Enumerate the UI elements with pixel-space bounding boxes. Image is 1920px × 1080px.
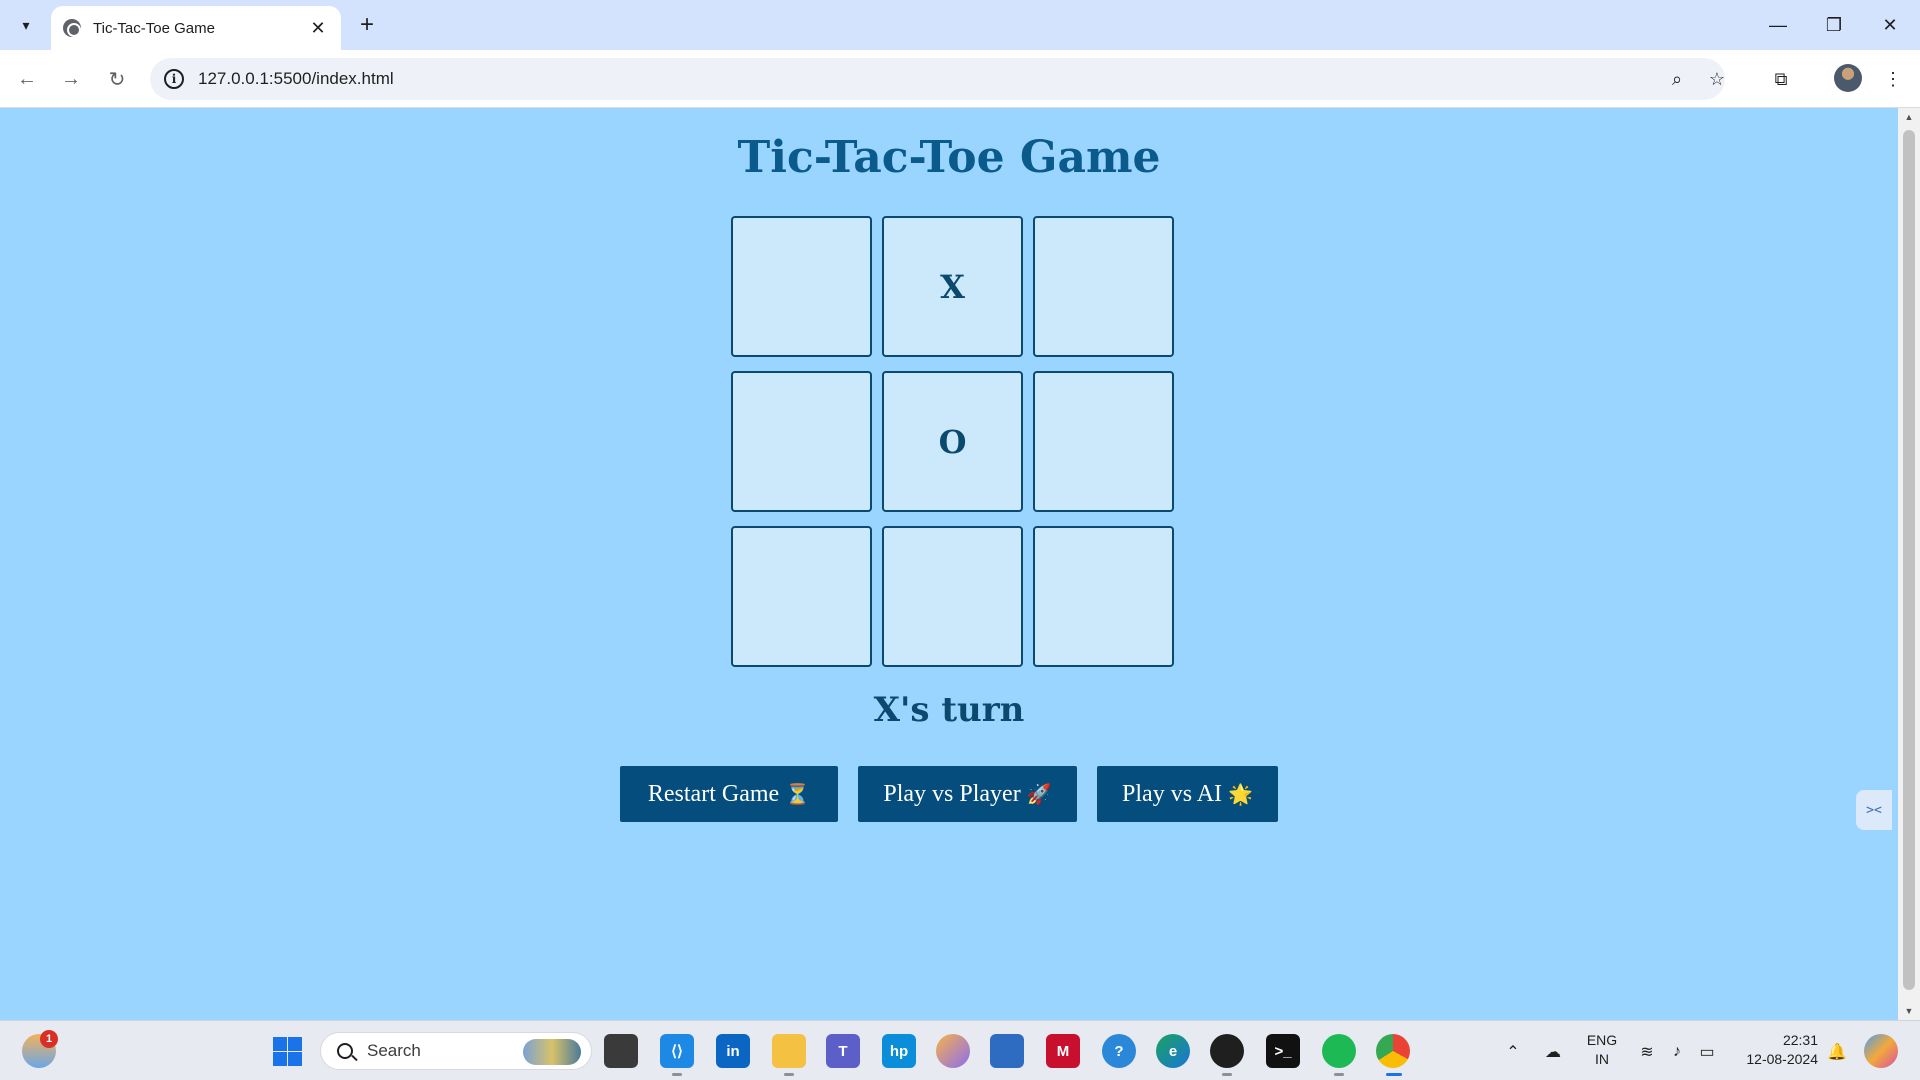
minimize-icon[interactable]: — — [1758, 8, 1798, 42]
tab-title: Tic-Tac-Toe Game — [93, 19, 215, 37]
game-controls: Restart Game ⏳ Play vs Player 🚀 Play vs … — [620, 766, 1278, 822]
profile-avatar[interactable] — [1834, 64, 1862, 92]
bookmark-star-icon[interactable]: ☆ — [1702, 64, 1732, 94]
ai-button-label: Play vs AI — [1122, 780, 1223, 807]
notification-badge: 1 — [40, 1030, 58, 1048]
window-close-icon[interactable]: ✕ — [1870, 8, 1910, 42]
language-code: ENG — [1586, 1032, 1618, 1048]
back-arrow-icon[interactable]: ← — [12, 64, 42, 94]
browser-tab[interactable]: Tic-Tac-Toe Game ✕ — [51, 6, 341, 50]
running-indicator — [1334, 1073, 1344, 1076]
system-clock[interactable]: 22:31 12-08-2024 — [1732, 1031, 1818, 1069]
region-code: IN — [1595, 1051, 1609, 1067]
page-scrollbar[interactable]: ▲ ▼ — [1898, 108, 1920, 1020]
address-url[interactable]: 127.0.0.1:5500/index.html — [198, 69, 394, 89]
windows-taskbar: 1 Search ⟨⟩ in T hp M ? e >_ ⌃ ☁ ENG IN … — [0, 1020, 1920, 1080]
microsoft-store-icon[interactable] — [990, 1034, 1024, 1068]
address-bar[interactable]: i 127.0.0.1:5500/index.html — [150, 58, 1725, 100]
game-title: Tic-Tac-Toe Game — [737, 132, 1161, 183]
myhp-icon[interactable]: hp — [882, 1034, 916, 1068]
get-help-icon[interactable]: ? — [1102, 1034, 1136, 1068]
browser-menu-icon[interactable]: ⋮ — [1878, 64, 1908, 94]
clock-time: 22:31 — [1782, 1032, 1818, 1048]
restart-game-button[interactable]: Restart Game ⏳ — [620, 766, 838, 822]
teams-icon[interactable]: T — [826, 1034, 860, 1068]
search-icon — [337, 1043, 353, 1059]
play-vs-player-button[interactable]: Play vs Player 🚀 — [858, 766, 1077, 822]
board-cell-6[interactable] — [1033, 371, 1174, 512]
browser-tab-bar: ▾ Tic-Tac-Toe Game ✕ + — ❐ ✕ — [0, 0, 1920, 50]
onedrive-cloud-icon[interactable]: ☁ — [1542, 1041, 1564, 1063]
windows-start-icon[interactable] — [270, 1034, 304, 1068]
running-indicator — [784, 1073, 794, 1076]
taskbar-search-box[interactable]: Search — [320, 1032, 592, 1070]
input-language-indicator[interactable]: ENG IN — [1582, 1031, 1622, 1069]
game-board: X O — [731, 216, 1175, 667]
spotify-icon[interactable] — [1322, 1034, 1356, 1068]
linkedin-icon[interactable]: in — [716, 1034, 750, 1068]
restart-button-label: Restart Game — [647, 780, 780, 807]
pvp-button-label: Play vs Player — [883, 780, 1021, 807]
wifi-icon[interactable]: ≋ — [1636, 1041, 1658, 1063]
extensions-puzzle-icon[interactable]: ⧉ — [1766, 64, 1796, 94]
copilot-app-icon[interactable] — [936, 1034, 970, 1068]
tab-search-chevron-icon[interactable]: ▾ — [12, 11, 40, 39]
clock-date: 12-08-2024 — [1746, 1051, 1818, 1067]
browser-toolbar: ← → ↻ i 127.0.0.1:5500/index.html ⌕ ☆ ⧉ … — [0, 50, 1920, 108]
forward-arrow-icon[interactable]: → — [56, 64, 86, 94]
board-cell-2[interactable]: X — [882, 216, 1023, 357]
edge-icon[interactable]: e — [1156, 1034, 1190, 1068]
board-cell-5[interactable]: O — [882, 371, 1023, 512]
restore-icon[interactable]: ❐ — [1814, 8, 1854, 42]
board-cell-4[interactable] — [731, 371, 872, 512]
zoom-icon[interactable]: ⌕ — [1662, 64, 1692, 94]
board-cell-8[interactable] — [882, 526, 1023, 667]
hourglass-icon: ⏳ — [785, 783, 811, 806]
globe-icon — [63, 19, 81, 37]
notifications-bell-icon[interactable]: 🔔 — [1826, 1041, 1848, 1063]
tray-overflow-chevron-icon[interactable]: ⌃ — [1502, 1041, 1524, 1063]
copilot-icon[interactable] — [1864, 1034, 1898, 1068]
tab-close-icon[interactable]: ✕ — [307, 18, 329, 39]
battery-icon[interactable]: ▭ — [1696, 1041, 1718, 1063]
active-app-indicator — [1386, 1073, 1402, 1076]
task-view-icon[interactable] — [604, 1034, 638, 1068]
new-tab-plus-icon[interactable]: + — [352, 10, 382, 40]
volume-icon[interactable]: ♪ — [1666, 1041, 1688, 1063]
star-icon: 🌟 — [1228, 783, 1253, 806]
taskbar-search-label: Search — [367, 1041, 421, 1060]
running-indicator — [672, 1073, 682, 1076]
rocket-icon: 🚀 — [1026, 783, 1052, 806]
board-cell-7[interactable] — [731, 526, 872, 667]
site-info-icon[interactable]: i — [164, 69, 184, 89]
chrome-icon[interactable] — [1376, 1034, 1410, 1068]
scroll-down-arrow-icon[interactable]: ▼ — [1898, 1002, 1920, 1020]
mcafee-icon[interactable]: M — [1046, 1034, 1080, 1068]
vscode-icon[interactable]: ⟨⟩ — [660, 1034, 694, 1068]
board-cell-3[interactable] — [1033, 216, 1174, 357]
running-indicator — [1222, 1073, 1232, 1076]
search-highlight-art — [523, 1039, 581, 1065]
terminal-icon[interactable]: >_ — [1266, 1034, 1300, 1068]
file-explorer-icon[interactable] — [772, 1034, 806, 1068]
play-vs-ai-button[interactable]: Play vs AI 🌟 — [1097, 766, 1278, 822]
turn-status: X's turn — [873, 690, 1025, 730]
side-panel-toggle-icon[interactable]: >< — [1856, 790, 1892, 830]
github-icon[interactable] — [1210, 1034, 1244, 1068]
scrollbar-thumb[interactable] — [1903, 130, 1915, 990]
scroll-up-arrow-icon[interactable]: ▲ — [1898, 108, 1920, 126]
board-cell-9[interactable] — [1033, 526, 1174, 667]
reload-icon[interactable]: ↻ — [102, 64, 132, 94]
board-cell-1[interactable] — [731, 216, 872, 357]
